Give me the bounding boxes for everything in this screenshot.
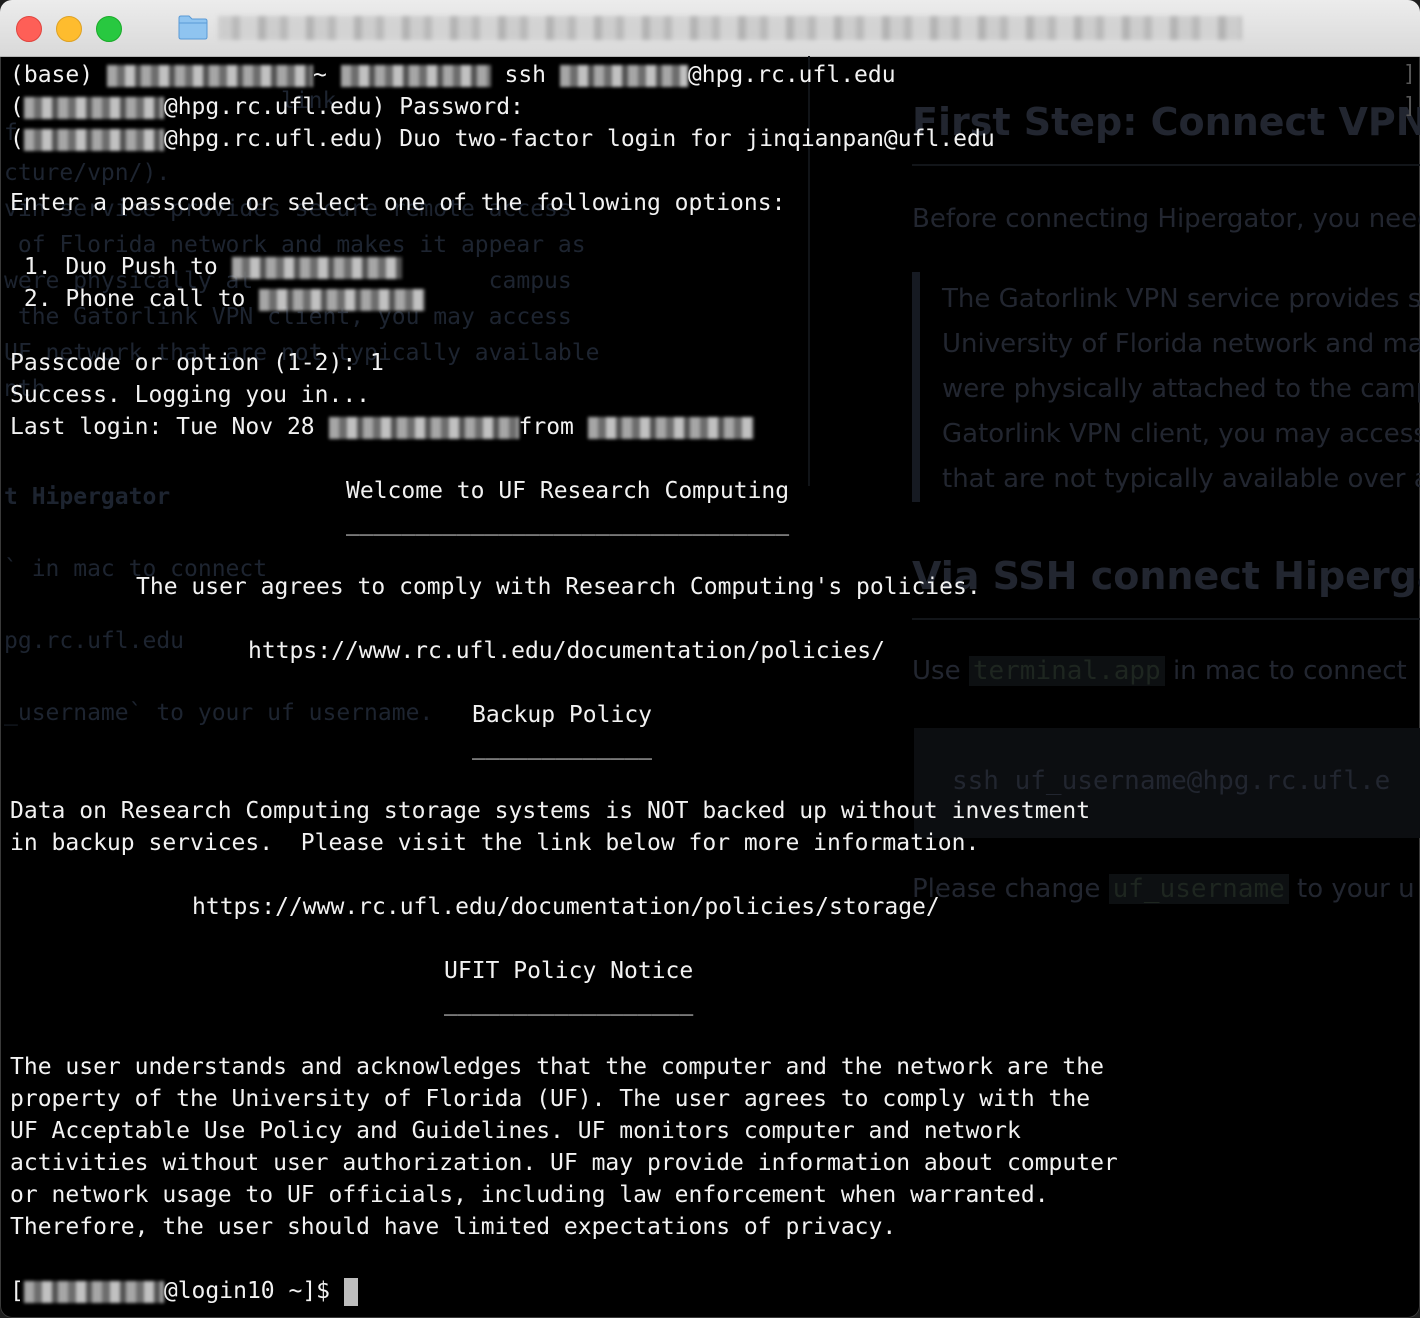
backup-text-line: in backup services. Please visit the lin…	[10, 830, 980, 856]
backup-policy-title: Backup Policy	[472, 702, 653, 728]
redacted-username	[559, 64, 688, 87]
ufit-policy-title: UFIT Policy Notice	[444, 958, 694, 984]
backup-text-line: Data on Research Computing storage syste…	[10, 798, 1091, 824]
redacted-phone	[259, 288, 426, 311]
title-bar[interactable]	[0, 0, 1420, 57]
text-cursor	[343, 1277, 358, 1306]
duo-option-call: 2. Phone call to	[10, 283, 426, 315]
duo-login-line: (@hpg.rc.ufl.edu) Duo two-factor login f…	[10, 126, 995, 152]
policies-url[interactable]: https://www.rc.ufl.edu/documentation/pol…	[248, 635, 885, 667]
password-prompt-line: (@hpg.rc.ufl.edu) Password:	[10, 94, 524, 120]
redacted-username	[23, 96, 164, 119]
passcode-instruction: Enter a passcode or select one of the fo…	[10, 190, 786, 216]
terminal-output[interactable]: (base) ~ ssh @hpg.rc.ufl.edu (@hpg.rc.uf…	[0, 56, 1420, 1318]
minimize-button[interactable]	[56, 16, 82, 42]
terminal-window: link f cture/vpn/). vin service provides…	[0, 0, 1420, 1318]
scroll-indicator: ]	[1402, 62, 1416, 87]
zoom-button[interactable]	[96, 16, 122, 42]
redacted-username	[23, 128, 164, 151]
welcome-underline: ________________________________	[346, 510, 790, 536]
ufit-text-line: or network usage to UF officials, includ…	[10, 1182, 1049, 1208]
window-title-redacted	[218, 16, 1242, 40]
redacted-username	[23, 1280, 164, 1303]
welcome-banner: Welcome to UF Research Computing	[346, 478, 790, 504]
policy-agreement-line: The user agrees to comply with Research …	[136, 574, 981, 600]
ufit-text-line: The user understands and acknowledges th…	[10, 1054, 1104, 1080]
success-line: Success. Logging you in...	[10, 382, 371, 408]
ufit-text-line: property of the University of Florida (U…	[10, 1086, 1091, 1112]
scroll-indicator: ]	[1402, 94, 1416, 119]
shell-prompt[interactable]: [@login10 ~]$	[10, 1275, 358, 1307]
folder-icon	[178, 15, 208, 40]
redacted-hostname	[106, 64, 313, 87]
backup-policy-underline: _____________	[472, 734, 653, 760]
storage-policy-url[interactable]: https://www.rc.ufl.edu/documentation/pol…	[192, 891, 940, 923]
last-login-line: Last login: Tue Nov 28 from	[10, 411, 754, 443]
ufit-text-line: activities without user authorization. U…	[10, 1150, 1118, 1176]
ssh-command-line: (base) ~ ssh @hpg.rc.ufl.edu	[10, 62, 896, 88]
passcode-entry-line: Passcode or option (1-2): 1	[10, 350, 384, 376]
ufit-policy-underline: __________________	[444, 990, 694, 1016]
redacted-time	[328, 416, 519, 439]
redacted-path	[340, 64, 491, 87]
ufit-text-line: UF Acceptable Use Policy and Guidelines.…	[10, 1118, 1021, 1144]
ufit-text-line: Therefore, the user should have limited …	[10, 1214, 897, 1240]
redacted-device	[231, 256, 402, 279]
duo-option-push: 1. Duo Push to	[10, 251, 402, 283]
redacted-ip	[587, 416, 754, 439]
close-button[interactable]	[16, 16, 42, 42]
